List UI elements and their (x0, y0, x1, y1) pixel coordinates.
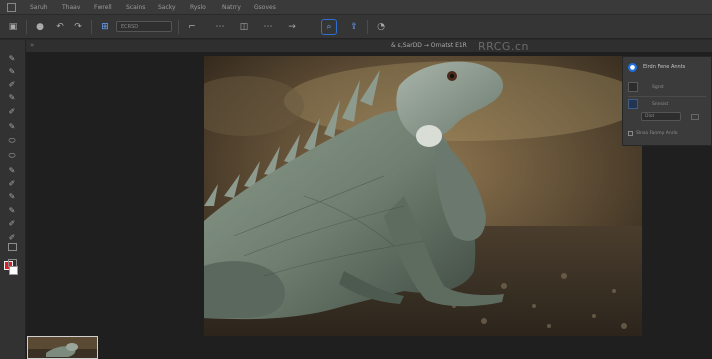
option-icon-1[interactable]: ⋯ (213, 20, 227, 34)
crop-tool-icon[interactable]: ✐ (6, 107, 18, 116)
divider (367, 19, 368, 34)
document-title[interactable]: & ε,SarDD → Ornatst E1R (391, 42, 467, 49)
layer-thumbnail-icon (628, 82, 638, 92)
option-icon-2[interactable]: ◫ (237, 20, 251, 34)
panel-checkbox-label: Slnsa Fanmy Anrlo (636, 131, 678, 136)
panel-checkbox-row[interactable]: Slnsa Fanmy Anrlo (628, 131, 678, 136)
divider (178, 19, 179, 34)
preset-dropdown-label: ECRSD (121, 23, 139, 30)
pen-tool-icon[interactable]: ✎ (6, 206, 18, 215)
undo-icon[interactable]: ↶ (53, 20, 67, 34)
layer-mask-icon (628, 99, 638, 109)
menu-item-5[interactable]: Sacky (150, 4, 182, 11)
eraser-tool-icon[interactable]: ✎ (6, 166, 18, 175)
hand-tool-icon[interactable]: ✐ (6, 233, 18, 242)
dodge-tool-icon[interactable]: ✎ (6, 192, 18, 201)
panel-row-1-label: Sgrst (652, 84, 664, 90)
link-icon[interactable]: ⌐ (185, 20, 199, 34)
brush-tool-icon[interactable]: ✎ (6, 67, 18, 76)
arrow-icon[interactable]: → (285, 20, 299, 34)
menu-item-2[interactable]: Thaav (54, 4, 86, 11)
panel-row-1[interactable]: Sgrst (628, 82, 664, 92)
document-tab-strip: » & ε,SarDD → Ornatst E1R RRCG.cn (26, 40, 712, 53)
menu-item-1[interactable]: Saruh (22, 4, 54, 11)
gradient-tool-icon[interactable]: ✐ (6, 179, 18, 188)
background-color-swatch[interactable] (9, 266, 18, 275)
collapse-icon[interactable]: » (30, 41, 34, 49)
move-tool-icon[interactable]: ✎ (6, 54, 18, 63)
lasso-tool-icon[interactable]: ✎ (6, 93, 18, 102)
redo-icon[interactable]: ↷ (71, 20, 85, 34)
panel-checkbox[interactable] (628, 131, 633, 136)
properties-panel: ● Elrdn Fene Annts Sgrst Snnsist Dlot Sl… (622, 56, 712, 146)
option-icon-3[interactable]: ⋯ (261, 20, 275, 34)
eyedropper-tool-icon[interactable]: ✎ (6, 122, 18, 131)
divider (91, 19, 92, 34)
tool-preset-icon[interactable]: ⊞ (98, 20, 112, 34)
panel-toggle-icon[interactable] (691, 114, 699, 120)
panel-value-field[interactable]: Dlot (641, 112, 681, 121)
play-icon[interactable]: ● (33, 20, 47, 34)
search-icon[interactable]: ⌕ (321, 18, 337, 35)
menu-item-4[interactable]: Scains (118, 4, 150, 11)
panel-row-2-label: Snnsist (652, 101, 669, 107)
pencil-tool-icon[interactable]: ✐ (6, 80, 18, 89)
menu-item-6[interactable]: Ryslo (182, 4, 214, 11)
app-icon[interactable] (0, 0, 22, 14)
share-icon[interactable]: ⇪ (347, 20, 361, 34)
menu-bar: Saruh Thaav Fwrell Scains Sacky Ryslo Na… (0, 0, 712, 14)
home-icon[interactable]: ▣ (6, 20, 20, 34)
preset-dropdown[interactable]: ECRSD (116, 21, 172, 32)
menu-item-8[interactable]: Gsoves (246, 4, 278, 11)
canvas-image[interactable] (204, 56, 642, 336)
divider (26, 19, 27, 34)
options-bar: ▣ ● ↶ ↷ ⊞ ECRSD ⌐ ⋯ ◫ ⋯ → ⌕ ⇪ ◔ (0, 15, 712, 39)
type-tool-icon[interactable]: ✐ (6, 219, 18, 228)
panel-header: ● Elrdn Fene Annts (623, 57, 711, 77)
panel-field-label: Dlot (645, 114, 655, 119)
panel-row-2[interactable]: Snnsist (628, 99, 668, 109)
menu-item-7[interactable]: Natrry (214, 4, 246, 11)
quick-mask-icon[interactable] (8, 243, 17, 251)
panel-app-icon: ● (628, 62, 637, 72)
screen-mode-icon[interactable] (8, 259, 17, 267)
document-thumbnail[interactable] (27, 336, 98, 359)
clone-tool-icon[interactable]: ⬭ (6, 151, 18, 160)
heal-tool-icon[interactable]: ⬭ (6, 136, 18, 145)
tools-panel: ✎ ✎ ✐ ✎ ✐ ✎ ⬭ ⬭ ✎ ✐ ✎ ✎ ✐ ✐ (0, 40, 26, 359)
settings-icon[interactable]: ◔ (374, 20, 388, 34)
panel-title: Elrdn Fene Annts (643, 64, 686, 70)
divider (628, 96, 706, 97)
menu-item-3[interactable]: Fwrell (86, 4, 118, 11)
